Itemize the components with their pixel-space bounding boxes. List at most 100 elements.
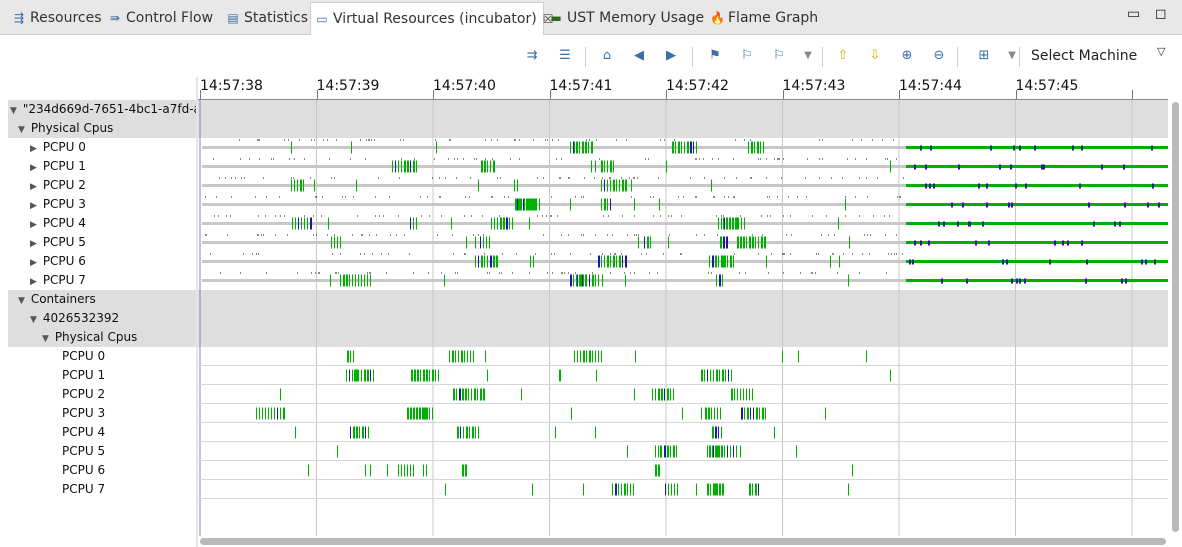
event-tick — [259, 158, 260, 160]
event-tick — [319, 272, 320, 274]
tab-virtual-resources-incubator[interactable]: ▭ Virtual Resources (incubator) ☒ — [310, 2, 553, 35]
tree-item-pcpu-1[interactable]: ▶ PCPU 1 — [8, 157, 196, 176]
tab-label: Virtual Resources (incubator) — [333, 11, 537, 27]
event-tick — [608, 215, 609, 217]
show-legend-icon[interactable]: ☰ — [556, 47, 574, 65]
vertical-scrollbar[interactable] — [1172, 102, 1179, 532]
running-state — [595, 160, 596, 173]
zoom-out-icon[interactable]: ⊖ — [930, 47, 948, 65]
marker-menu-icon[interactable]: ▼ — [799, 47, 817, 65]
collapse-arrow-icon[interactable]: ▼ — [16, 121, 27, 138]
select-machine-label[interactable]: Select Machine — [1031, 48, 1137, 64]
tab-ust-memory-usage[interactable]: ▬ UST Memory Usage — [545, 2, 704, 34]
align-views-icon[interactable]: ⇉ — [523, 47, 541, 65]
tree-item-pcpu-6[interactable]: ▶ PCPU 6 — [8, 252, 196, 271]
event-tick — [243, 253, 244, 255]
running-state — [666, 160, 667, 173]
tree-item-physical-cpus[interactable]: ▼ Physical Cpus — [8, 119, 196, 138]
tree-item-pcpu-4[interactable]: ▶ PCPU 4 — [8, 214, 196, 233]
tab-statistics[interactable]: ▤ Statistics — [222, 2, 308, 34]
filter-icon[interactable]: ⊞ — [975, 47, 993, 65]
vm-state — [978, 183, 980, 189]
tree-item-container[interactable]: ▼ 4026532392 — [8, 309, 196, 328]
expand-arrow-icon[interactable]: ▶ — [28, 197, 39, 214]
event-tick — [258, 215, 259, 217]
running-state — [733, 217, 734, 230]
event-tick — [315, 196, 316, 198]
event-tick — [622, 215, 623, 217]
running-state — [618, 483, 619, 496]
tree-item-pcpu-3[interactable]: ▶ PCPU 3 — [8, 195, 196, 214]
tree-item-pcpu-0[interactable]: ▶ PCPU 0 — [8, 138, 196, 157]
event-tick — [718, 158, 719, 160]
running-state — [740, 388, 741, 401]
running-state — [723, 483, 724, 496]
vm-state — [1141, 259, 1143, 265]
select-next-item-icon[interactable]: ⇩ — [866, 47, 884, 65]
previous-marker-icon[interactable]: ⚐ — [738, 47, 756, 65]
tree-item-container-pcpu-4[interactable]: PCPU 4 — [8, 423, 196, 442]
expand-arrow-icon[interactable]: ▶ — [28, 235, 39, 252]
running-state — [585, 274, 587, 287]
collapse-arrow-icon[interactable]: ▼ — [8, 102, 19, 119]
running-state — [761, 236, 763, 249]
expand-arrow-icon[interactable]: ▶ — [28, 273, 39, 290]
tree-item-containers[interactable]: ▼ Containers — [8, 290, 196, 309]
running-state — [461, 350, 463, 363]
running-state — [455, 350, 456, 363]
running-state — [727, 255, 728, 268]
running-state — [701, 407, 702, 420]
next-event-icon[interactable]: ▶ — [662, 47, 680, 65]
event-tick — [258, 139, 259, 141]
tree-item-pcpu-5[interactable]: ▶ PCPU 5 — [8, 233, 196, 252]
tree-item-container-pcpu-6[interactable]: PCPU 6 — [8, 461, 196, 480]
event-tick — [724, 177, 725, 179]
running-state — [751, 141, 753, 154]
collapse-arrow-icon[interactable]: ▼ — [40, 330, 51, 347]
running-state — [732, 217, 733, 230]
event-tick — [366, 139, 367, 141]
expand-arrow-icon[interactable]: ▶ — [28, 140, 39, 157]
collapse-arrow-icon[interactable]: ▼ — [16, 292, 27, 309]
tab-resources[interactable]: ⇶ Resources — [8, 2, 102, 34]
tree-item-machine[interactable]: ▼ "234d669d-7651-4bc1-a7fd-af5 — [8, 100, 196, 119]
previous-event-icon[interactable]: ◀ — [630, 47, 648, 65]
expand-arrow-icon[interactable]: ▶ — [28, 159, 39, 176]
tab-flame-graph[interactable]: 🔥 Flame Graph — [706, 2, 822, 34]
select-previous-item-icon[interactable]: ⇧ — [834, 47, 852, 65]
tree-item-container-pcpu-7[interactable]: PCPU 7 — [8, 480, 196, 499]
maximize-icon[interactable]: ◻ — [1155, 6, 1167, 22]
event-tick — [445, 177, 446, 179]
tree-item-container-pcpu-1[interactable]: PCPU 1 — [8, 366, 196, 385]
expand-arrow-icon[interactable]: ▶ — [28, 254, 39, 271]
collapse-arrow-icon[interactable]: ▼ — [28, 311, 39, 328]
reset-time-scale-icon[interactable]: ⌂ — [598, 47, 616, 65]
tree-item-pcpu-7[interactable]: ▶ PCPU 7 — [8, 271, 196, 290]
event-tick — [699, 158, 700, 160]
time-graph[interactable] — [198, 100, 1168, 536]
event-tick — [783, 158, 784, 160]
add-bookmark-icon[interactable]: ⚑ — [706, 47, 724, 65]
minimize-icon[interactable]: ▭ — [1127, 6, 1140, 22]
next-marker-icon[interactable]: ⚐ — [770, 47, 788, 65]
tree-item-container-pcpu-0[interactable]: PCPU 0 — [8, 347, 196, 366]
time-tick-mark — [549, 90, 551, 99]
running-state — [347, 350, 349, 363]
tree-item-container-pcpu-3[interactable]: PCPU 3 — [8, 404, 196, 423]
tree-item-container-pcpu-2[interactable]: PCPU 2 — [8, 385, 196, 404]
event-tick — [778, 158, 779, 160]
time-scale[interactable]: 14:57:38 14:57:39 14:57:40 14:57:41 14:57:42… — [198, 77, 1168, 100]
expand-arrow-icon[interactable]: ▶ — [28, 216, 39, 233]
vm-state — [410, 160, 411, 173]
expand-arrow-icon[interactable]: ▶ — [28, 178, 39, 195]
tab-control-flow[interactable]: ⇛ Control Flow — [104, 2, 220, 34]
zoom-in-icon[interactable]: ⊕ — [898, 47, 916, 65]
event-tick — [471, 215, 472, 217]
tree-item-container-physical-cpus[interactable]: ▼ Physical Cpus — [8, 328, 196, 347]
vm-state — [1016, 278, 1018, 284]
view-menu-icon[interactable]: ▽ — [1157, 45, 1165, 58]
tree-item-container-pcpu-5[interactable]: PCPU 5 — [8, 442, 196, 461]
event-tick — [311, 139, 312, 141]
horizontal-scrollbar[interactable] — [200, 538, 1166, 545]
tree-item-pcpu-2[interactable]: ▶ PCPU 2 — [8, 176, 196, 195]
